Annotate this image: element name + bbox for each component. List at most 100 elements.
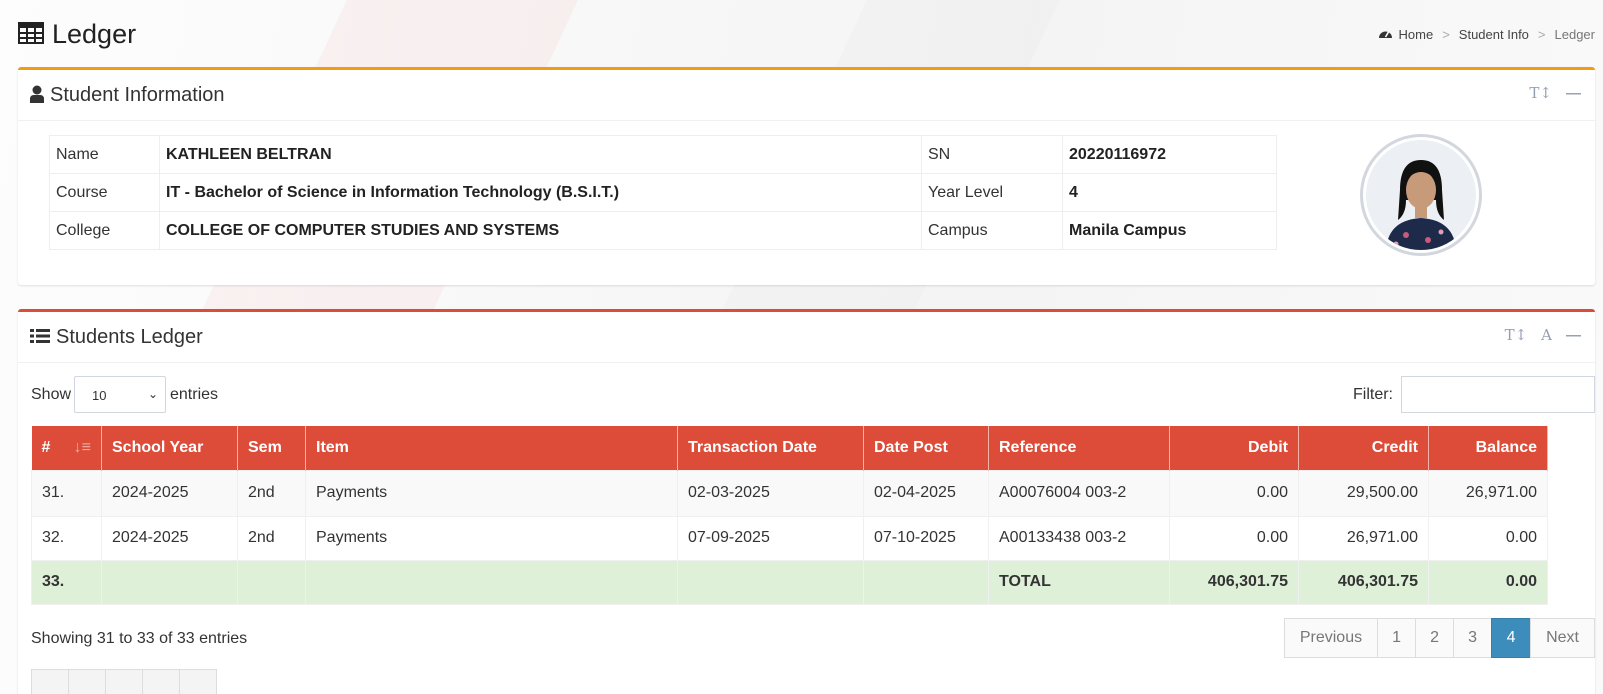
pagination-previous[interactable]: Previous (1283, 618, 1379, 658)
cell-debit: 0.00 (1169, 469, 1299, 517)
pagination-page-1[interactable]: 1 (1377, 618, 1417, 658)
cell-empty (101, 559, 238, 605)
entries-select[interactable]: 10 ⌄ (74, 376, 166, 413)
total-balance: 0.00 (1428, 559, 1548, 605)
info-label: Course (49, 173, 160, 212)
ledger-table: # ↓≡ School Year Sem Item Transaction Dat… (31, 426, 1548, 605)
filter-label: Filter: (1353, 386, 1393, 403)
entries-label: entries (170, 386, 219, 403)
info-label: SN (921, 135, 1063, 174)
total-debit: 406,301.75 (1169, 559, 1299, 605)
cell-debit: 0.00 (1169, 515, 1299, 561)
info-row: College COLLEGE OF COMPUTER STUDIES AND … (49, 211, 1277, 250)
total-label: TOTAL (988, 559, 1170, 605)
info-label: Name (49, 135, 160, 174)
cell-item: Payments (305, 515, 678, 561)
pagination-page-2[interactable]: 2 (1415, 618, 1455, 658)
avatar (1360, 134, 1482, 256)
cell-school-year: 2024-2025 (101, 515, 238, 561)
student-information-box: Student Information T↕ — Name KATHLEEN B… (18, 67, 1595, 285)
cell-date-post: 07-10-2025 (863, 515, 989, 561)
filter-input[interactable] (1401, 376, 1595, 413)
box-tools: T↕ — (1529, 84, 1581, 102)
font-icon[interactable]: A (1541, 326, 1552, 344)
export-button[interactable] (179, 669, 217, 694)
cell-reference: A00133438 003-2 (988, 515, 1170, 561)
text-size-icon[interactable]: T↕ (1505, 326, 1528, 344)
student-information-header: Student Information (18, 70, 1595, 121)
table-row: 32. 2024-2025 2nd Payments 07-09-2025 07… (31, 515, 1548, 561)
cell-transaction-date: 07-09-2025 (677, 515, 864, 561)
cell-sem: 2nd (237, 469, 306, 517)
box-tools: T↕ A — (1505, 326, 1581, 344)
export-button[interactable] (105, 669, 143, 694)
column-header-balance[interactable]: Balance (1428, 426, 1548, 470)
students-ledger-box: Students Ledger T↕ A — Show 10 ⌄ entries… (18, 309, 1595, 694)
column-header-date-post[interactable]: Date Post (863, 426, 989, 470)
column-header-number[interactable]: # ↓≡ (31, 426, 102, 470)
chevron-down-icon: ⌄ (147, 387, 158, 401)
info-label: College (49, 211, 160, 250)
info-label: Campus (921, 211, 1063, 250)
student-campus: Manila Campus (1062, 211, 1277, 250)
cell-credit: 29,500.00 (1298, 469, 1429, 517)
breadcrumb-home[interactable]: Home (1399, 27, 1434, 42)
cell-school-year: 2024-2025 (101, 469, 238, 517)
cell-transaction-date: 02-03-2025 (677, 469, 864, 517)
cell-empty (237, 559, 306, 605)
export-button[interactable] (31, 669, 69, 694)
student-info-table: Name KATHLEEN BELTRAN SN 20220116972 Cou… (49, 135, 1277, 250)
pagination-page-3[interactable]: 3 (1453, 618, 1493, 658)
pagination-next[interactable]: Next (1530, 618, 1595, 658)
cell-empty (305, 559, 678, 605)
column-header-item[interactable]: Item (305, 426, 678, 470)
column-header-school-year[interactable]: School Year (101, 426, 238, 470)
box-title: Student Information (50, 83, 225, 106)
cell-reference: A00076004 003-2 (988, 469, 1170, 517)
table-row: 31. 2024-2025 2nd Payments 02-03-2025 02… (31, 469, 1548, 517)
export-button[interactable] (68, 669, 106, 694)
sort-icon[interactable]: ↓≡ (74, 439, 91, 457)
info-row: Course IT - Bachelor of Science in Infor… (49, 173, 1277, 212)
column-header-sem[interactable]: Sem (237, 426, 306, 470)
page-header: Ledger (18, 14, 136, 54)
breadcrumb-student-info[interactable]: Student Info (1459, 27, 1529, 42)
cell-item: Payments (305, 469, 678, 517)
text-size-icon[interactable]: T↕ (1529, 84, 1552, 102)
student-year-level: 4 (1062, 173, 1277, 212)
page-title: Ledger (52, 18, 137, 49)
dashboard-icon (1378, 27, 1393, 42)
column-header-credit[interactable]: Credit (1298, 426, 1429, 470)
cell-empty (863, 559, 989, 605)
table-icon (18, 21, 44, 47)
info-label: Year Level (921, 173, 1063, 212)
students-ledger-header: Students Ledger (18, 312, 1595, 363)
total-credit: 406,301.75 (1298, 559, 1429, 605)
pagination-page-4[interactable]: 4 (1491, 618, 1532, 658)
student-course: IT - Bachelor of Science in Information … (159, 173, 922, 212)
show-label: Show (31, 386, 72, 403)
collapse-icon[interactable]: — (1566, 327, 1581, 344)
column-header-reference[interactable]: Reference (988, 426, 1170, 470)
ledger-header-row: # ↓≡ School Year Sem Item Transaction Dat… (31, 426, 1548, 470)
cell-number: 32. (31, 515, 102, 561)
column-header-transaction-date[interactable]: Transaction Date (677, 426, 864, 470)
cell-number: 31. (31, 469, 102, 517)
cell-credit: 26,971.00 (1298, 515, 1429, 561)
student-name: KATHLEEN BELTRAN (159, 135, 922, 174)
column-header-debit[interactable]: Debit (1169, 426, 1299, 470)
cell-balance: 0.00 (1428, 515, 1548, 561)
cell-number: 33. (31, 559, 102, 605)
box-title: Students Ledger (56, 325, 203, 348)
export-button-group (31, 669, 217, 694)
breadcrumb-separator: > (1537, 27, 1546, 42)
table-controls: Show 10 ⌄ entries Filter: (31, 376, 1595, 414)
export-button[interactable] (142, 669, 180, 694)
pagination: Previous 1 2 3 4 Next (1283, 618, 1595, 658)
total-row: 33. TOTAL 406,301.75 406,301.75 0.00 (31, 559, 1548, 605)
list-icon (30, 328, 50, 347)
cell-balance: 26,971.00 (1428, 469, 1548, 517)
student-number: 20220116972 (1062, 135, 1277, 174)
collapse-icon[interactable]: — (1566, 85, 1581, 102)
student-college: COLLEGE OF COMPUTER STUDIES AND SYSTEMS (159, 211, 922, 250)
